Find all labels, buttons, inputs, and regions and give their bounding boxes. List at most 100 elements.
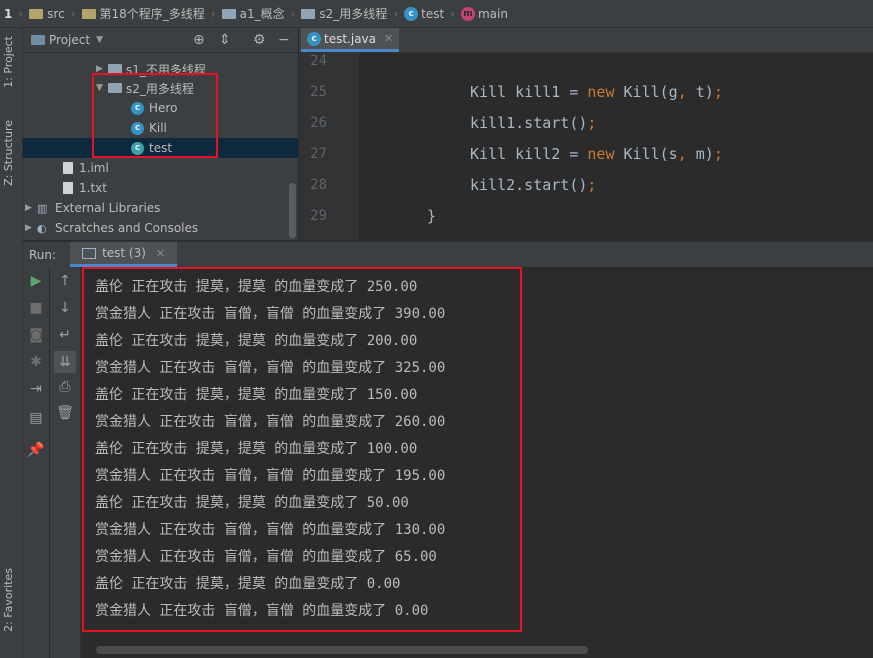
- tool-tab-label: 2: Favorites: [2, 568, 15, 632]
- breadcrumb-label: main: [477, 6, 508, 21]
- method-icon: m: [460, 6, 475, 21]
- run-tab-test[interactable]: test (3) ✕: [70, 242, 178, 267]
- breadcrumb-separator: ›: [210, 6, 216, 21]
- breadcrumb-item-package-s2[interactable]: s2_用多线程: [297, 5, 391, 22]
- code-line-29: }: [427, 207, 437, 225]
- project-view-dropdown[interactable]: Project ▼: [49, 33, 103, 47]
- run-label: Run:: [29, 247, 57, 262]
- close-icon[interactable]: ✕: [156, 247, 165, 260]
- run-toolbar-primary: ▶ ■ ◙ ✱ ⇥ ▤ 📌: [23, 267, 49, 658]
- tab-label: test.java: [324, 31, 377, 46]
- editor-tab-bar: c test.java ✕: [299, 28, 873, 53]
- trash-icon[interactable]: 🗑: [50, 405, 80, 421]
- class-icon: c: [404, 6, 419, 21]
- breadcrumb-item-method[interactable]: m main: [457, 6, 512, 21]
- soft-wrap-icon[interactable]: ↵: [50, 327, 80, 343]
- line-number: 27: [310, 146, 327, 162]
- file-icon: [63, 162, 73, 174]
- layout-icon[interactable]: ▤: [23, 410, 49, 426]
- breadcrumb-separator: ›: [70, 6, 76, 21]
- left-tool-strip: 1: Project Z: Structure 2: Favorites: [0, 28, 23, 658]
- code-line-25: Kill kill1 = new Kill(g, t);: [470, 83, 723, 101]
- breadcrumb-item-class[interactable]: c test: [400, 6, 448, 21]
- package-icon: [221, 8, 236, 19]
- console-icon: [82, 247, 97, 259]
- exit-icon[interactable]: ⇥: [23, 381, 49, 397]
- close-icon[interactable]: ✕: [384, 32, 393, 45]
- line-number: 25: [310, 84, 327, 100]
- line-number: 29: [310, 208, 327, 224]
- breadcrumb-label: src: [47, 6, 65, 21]
- tab-test-java[interactable]: c test.java ✕: [301, 28, 400, 52]
- highlight-box-output: [82, 267, 522, 632]
- stop-icon[interactable]: ■: [23, 300, 49, 316]
- tree-item-txt[interactable]: 1.txt: [63, 178, 107, 198]
- breadcrumb: 1 › src › 第18个程序_多线程 › a1_概念 › s2_用多线程 ›…: [0, 0, 873, 28]
- folder-icon: [29, 8, 44, 19]
- gear-icon[interactable]: ⚙: [253, 32, 266, 48]
- file-icon: [63, 182, 73, 194]
- code-line-26: kill1.start();: [470, 114, 597, 132]
- debug-icon[interactable]: ✱: [23, 354, 49, 370]
- hide-panel-icon[interactable]: −: [278, 32, 290, 48]
- rerun-icon[interactable]: ▶: [23, 273, 49, 289]
- console-horizontal-scrollbar[interactable]: [96, 646, 588, 654]
- line-number: 24: [310, 53, 327, 69]
- breadcrumb-label: a1_概念: [239, 7, 285, 21]
- structure-tool-tab[interactable]: Z: Structure: [2, 120, 15, 186]
- tree-item-label: 1.iml: [79, 161, 109, 175]
- tree-item-label: External Libraries: [55, 201, 161, 215]
- line-number: 28: [310, 177, 327, 193]
- tree-item-label: 1.txt: [79, 181, 107, 195]
- tree-item-external-libraries[interactable]: ▶ ▥ External Libraries: [25, 198, 160, 218]
- tool-tab-label: 1: Project: [2, 36, 15, 88]
- run-toolbar-secondary: ↑ ↓ ↵ ⇊ ⎙ 🗑: [50, 267, 81, 658]
- tree-scrollbar[interactable]: [289, 183, 296, 238]
- folder-icon: [81, 8, 96, 19]
- project-panel-header: Project ▼ ⊕ ⇕ ⚙ −: [23, 28, 298, 53]
- highlight-box-package: [92, 73, 218, 158]
- breadcrumb-label: 1: [4, 6, 13, 21]
- chevron-down-icon: ▼: [96, 35, 103, 45]
- tree-item-iml[interactable]: 1.iml: [63, 158, 109, 178]
- class-icon: c: [307, 31, 321, 46]
- editor-gutter: 24 25 26 27 28 29: [299, 53, 378, 240]
- package-icon: [301, 8, 316, 19]
- run-panel-header: Run: test (3) ✕: [23, 241, 873, 268]
- camera-icon[interactable]: ◙: [23, 327, 49, 343]
- code-editor[interactable]: Kill kill1 = new Kill(g, t); kill1.start…: [360, 53, 873, 240]
- breadcrumb-label: 第18个程序_多线程: [99, 7, 205, 21]
- breadcrumb-separator: ›: [450, 6, 455, 21]
- breadcrumb-item-src[interactable]: src: [25, 7, 69, 21]
- project-tool-tab[interactable]: 1: Project: [2, 36, 15, 88]
- breadcrumb-item-package-a1[interactable]: a1_概念: [218, 5, 289, 22]
- locate-icon[interactable]: ⊕: [193, 32, 205, 48]
- breadcrumb-label: s2_用多线程: [319, 7, 388, 21]
- code-line-28: kill2.start();: [470, 176, 597, 194]
- arrow-down-icon[interactable]: ↓: [50, 300, 80, 316]
- scroll-to-end-icon[interactable]: ⇊: [54, 351, 76, 373]
- tree-item-scratches[interactable]: ▶ ◐ Scratches and Consoles: [25, 218, 198, 238]
- line-number: 26: [310, 115, 327, 131]
- code-line-27: Kill kill2 = new Kill(s, m);: [470, 145, 723, 163]
- libraries-icon: ▥: [37, 201, 48, 215]
- breadcrumb-item-project[interactable]: 第18个程序_多线程: [78, 5, 209, 22]
- project-icon: [31, 35, 45, 45]
- pin-icon[interactable]: 📌: [23, 442, 49, 458]
- tree-item-label: Scratches and Consoles: [55, 221, 199, 235]
- scratch-icon: ◐: [37, 221, 47, 235]
- arrow-up-icon[interactable]: ↑: [50, 273, 80, 289]
- breadcrumb-separator: ›: [393, 6, 399, 21]
- run-tab-label: test (3): [102, 246, 146, 260]
- tool-tab-label: Z: Structure: [2, 120, 15, 186]
- print-icon[interactable]: ⎙: [50, 379, 80, 395]
- breadcrumb-item-1[interactable]: 1: [0, 7, 16, 21]
- favorites-tool-tab[interactable]: 2: Favorites: [2, 568, 15, 632]
- breadcrumb-separator: ›: [18, 6, 24, 21]
- chevron-right-icon: ▶: [25, 203, 32, 213]
- chevron-right-icon: ▶: [25, 223, 32, 233]
- collapse-all-icon[interactable]: ⇕: [219, 32, 231, 48]
- project-panel-title: Project: [49, 33, 91, 47]
- breadcrumb-label: test: [421, 6, 445, 21]
- breadcrumb-separator: ›: [290, 6, 296, 21]
